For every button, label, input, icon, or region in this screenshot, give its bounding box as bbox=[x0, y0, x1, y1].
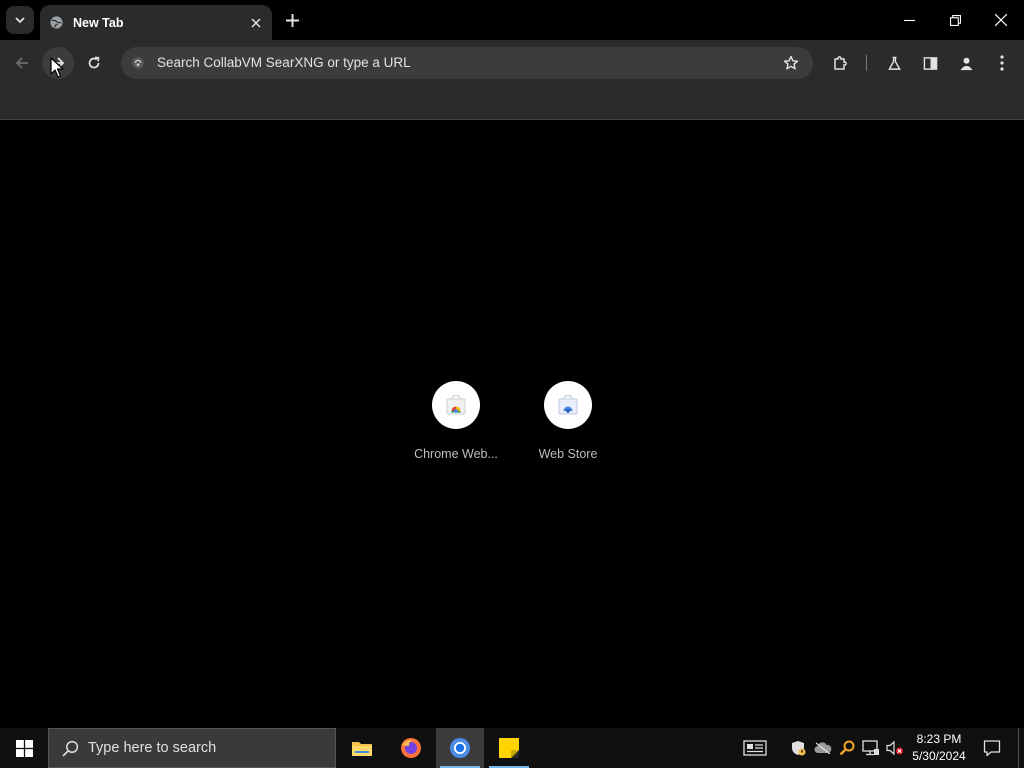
taskbar-clock[interactable]: 8:23 PM 5/30/2024 bbox=[906, 731, 972, 765]
sticky-notes-icon bbox=[499, 738, 519, 758]
firefox-icon bbox=[401, 738, 421, 758]
screen: New Tab Search CollabVM SearXNG or type … bbox=[0, 0, 1024, 768]
address-bar[interactable]: Search CollabVM SearXNG or type a URL bbox=[121, 47, 813, 79]
side-panel-button[interactable] bbox=[914, 47, 946, 79]
search-engine-icon[interactable] bbox=[129, 54, 147, 72]
restore-icon bbox=[949, 14, 961, 26]
taskbar-search-box[interactable]: Type here to search bbox=[48, 728, 336, 768]
web-store-icon bbox=[558, 394, 578, 415]
close-icon bbox=[995, 14, 1007, 26]
minimize-button[interactable] bbox=[886, 0, 932, 40]
magnifier-icon bbox=[839, 740, 855, 756]
search-tray-button[interactable] bbox=[836, 728, 858, 768]
taskbar: Type here to search 8:23 PM 5/30/2024 bbox=[0, 728, 1024, 768]
clock-time: 8:23 PM bbox=[916, 732, 962, 746]
notification-icon bbox=[983, 740, 1001, 757]
shortcut-tile bbox=[432, 381, 480, 429]
person-icon bbox=[959, 57, 973, 70]
tab-title: New Tab bbox=[73, 15, 124, 30]
volume-muted-icon bbox=[886, 740, 903, 756]
cloud-offline-icon bbox=[814, 742, 832, 754]
kebab-menu-icon bbox=[1000, 55, 1004, 71]
search-icon bbox=[61, 739, 79, 757]
taskbar-app-file-explorer[interactable] bbox=[338, 728, 386, 768]
chevron-down-icon bbox=[15, 17, 25, 24]
extensions-button[interactable] bbox=[824, 47, 856, 79]
toolbar-divider bbox=[866, 55, 867, 71]
news-widget-button[interactable] bbox=[740, 728, 770, 768]
start-button[interactable] bbox=[0, 728, 48, 768]
show-desktop-button[interactable] bbox=[1018, 728, 1024, 768]
news-icon bbox=[743, 740, 767, 756]
profile-button[interactable] bbox=[950, 47, 982, 79]
taskbar-app-chrome[interactable] bbox=[436, 728, 484, 768]
window-controls bbox=[886, 0, 1024, 40]
tab-strip: New Tab bbox=[0, 0, 1024, 40]
menu-button[interactable] bbox=[986, 47, 1018, 79]
shortcut-label: Web Store bbox=[538, 447, 598, 461]
side-panel-icon bbox=[923, 56, 937, 70]
reload-icon bbox=[88, 56, 100, 69]
labs-button[interactable] bbox=[878, 47, 910, 79]
taskbar-app-firefox[interactable] bbox=[387, 728, 435, 768]
shortcut-tile bbox=[544, 381, 592, 429]
notification-center-button[interactable] bbox=[976, 728, 1008, 768]
network-icon bbox=[862, 740, 879, 756]
restore-button[interactable] bbox=[932, 0, 978, 40]
globe-icon bbox=[49, 15, 64, 30]
close-window-button[interactable] bbox=[978, 0, 1024, 40]
reload-button[interactable] bbox=[78, 47, 110, 79]
back-arrow-icon bbox=[15, 57, 28, 69]
taskbar-search-placeholder: Type here to search bbox=[88, 740, 217, 756]
security-tray-button[interactable] bbox=[788, 728, 808, 768]
flask-icon bbox=[887, 56, 901, 70]
new-tab-button[interactable] bbox=[280, 8, 304, 32]
shortcut-chrome-web-store[interactable]: Chrome Web... bbox=[400, 381, 512, 471]
shield-warning-icon bbox=[792, 741, 806, 756]
tab-new-tab[interactable]: New Tab bbox=[40, 5, 272, 40]
clock-date: 5/30/2024 bbox=[912, 749, 966, 763]
close-tab-icon[interactable] bbox=[246, 13, 266, 33]
minimize-icon bbox=[903, 19, 915, 21]
address-bar-placeholder: Search CollabVM SearXNG or type a URL bbox=[157, 55, 411, 70]
chrome-web-store-icon bbox=[446, 394, 466, 415]
chrome-icon bbox=[450, 738, 470, 758]
back-button[interactable] bbox=[6, 47, 38, 79]
shortcut-label: Chrome Web... bbox=[414, 447, 498, 461]
bookmark-bar bbox=[0, 86, 1024, 120]
shortcut-web-store[interactable]: Web Store bbox=[512, 381, 624, 471]
taskbar-app-sticky-notes[interactable] bbox=[485, 728, 533, 768]
tab-search-button[interactable] bbox=[6, 6, 34, 34]
volume-tray-button[interactable] bbox=[884, 728, 906, 768]
bookmark-star-icon[interactable] bbox=[781, 53, 801, 73]
network-tray-button[interactable] bbox=[860, 728, 882, 768]
onedrive-tray-button[interactable] bbox=[812, 728, 834, 768]
folder-icon bbox=[352, 742, 372, 756]
windows-logo-icon bbox=[15, 739, 33, 757]
mouse-cursor-icon bbox=[50, 57, 64, 78]
plus-icon bbox=[285, 13, 299, 27]
puzzle-icon bbox=[834, 56, 847, 70]
